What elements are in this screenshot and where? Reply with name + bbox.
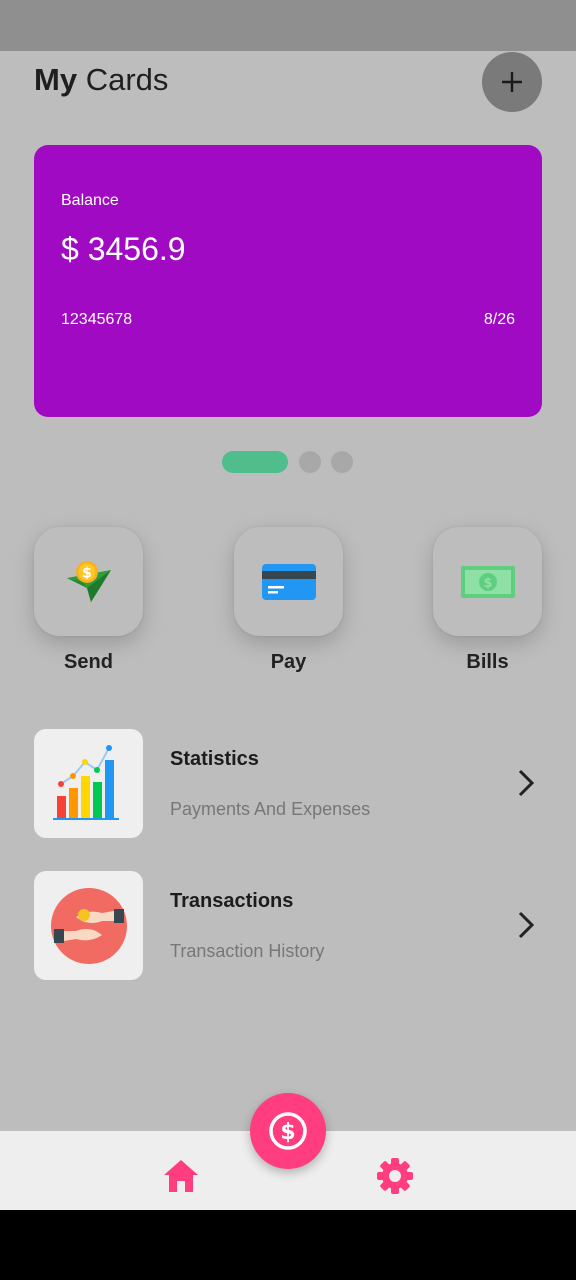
svg-text:$: $ <box>280 1120 295 1145</box>
statistics-subtitle: Payments And Expenses <box>170 799 371 819</box>
svg-text:$: $ <box>483 576 492 591</box>
page-title: My Cards <box>34 62 168 98</box>
pager-dot-active[interactable] <box>222 451 288 473</box>
card-expiry: 8/26 <box>483 311 515 328</box>
transactions-title: Transactions <box>170 890 294 912</box>
statistics-title: Statistics <box>170 748 259 770</box>
transactions-subtitle: Transaction History <box>170 941 325 961</box>
hand-exchange-icon <box>50 887 127 964</box>
nav-settings-button[interactable] <box>376 1157 414 1195</box>
chevron-right-icon <box>518 769 535 797</box>
bills-label: Bills <box>466 651 509 673</box>
bills-action[interactable]: $ Bills <box>433 527 542 674</box>
balance-value: $ 3456.9 <box>61 231 186 267</box>
settings-icon <box>377 1158 413 1194</box>
pay-action[interactable]: Pay <box>234 527 343 674</box>
balance-card[interactable]: Balance $ 3456.9 12345678 8/26 <box>34 145 542 417</box>
dollar-icon: $ <box>269 1112 307 1150</box>
title-rest: Cards <box>85 62 169 97</box>
home-icon <box>164 1160 198 1192</box>
title-bold: My <box>34 62 78 97</box>
statistics-row[interactable]: Statistics Payments And Expenses <box>34 729 542 838</box>
send-action[interactable]: $ Send <box>34 527 143 674</box>
pay-tile[interactable] <box>234 527 343 636</box>
send-label: Send <box>64 651 113 673</box>
statistics-thumb <box>34 729 143 838</box>
pager-dot[interactable] <box>299 451 321 473</box>
send-tile[interactable]: $ <box>34 527 143 636</box>
pager-dot[interactable] <box>331 451 353 473</box>
chevron-right-icon <box>518 911 535 939</box>
plus-icon <box>502 72 522 92</box>
bills-tile[interactable]: $ <box>433 527 542 636</box>
svg-text:$: $ <box>82 565 92 581</box>
balance-label: Balance <box>61 192 119 209</box>
status-bar <box>0 0 576 51</box>
system-nav-bar <box>0 1210 576 1280</box>
transactions-thumb <box>34 871 143 980</box>
credit-card-icon <box>261 563 316 600</box>
transactions-row[interactable]: Transactions Transaction History <box>34 871 542 980</box>
send-money-icon: $ <box>66 560 111 602</box>
banknote-icon: $ <box>460 565 515 598</box>
center-dollar-button[interactable]: $ <box>250 1093 326 1169</box>
card-number: 12345678 <box>61 311 133 328</box>
bar-chart-icon <box>52 744 119 820</box>
add-card-button[interactable] <box>482 52 542 112</box>
pay-label: Pay <box>270 651 307 673</box>
nav-home-button[interactable] <box>162 1158 200 1194</box>
